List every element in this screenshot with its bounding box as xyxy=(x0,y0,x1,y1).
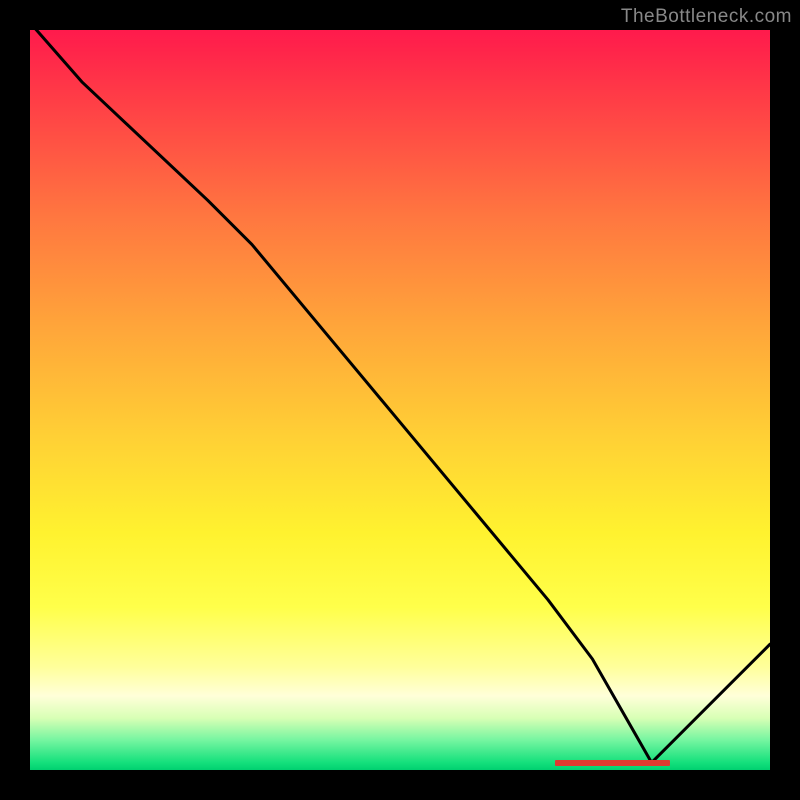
chart-plot-area xyxy=(30,30,770,770)
watermark-text: TheBottleneck.com xyxy=(621,6,792,28)
chart-frame: TheBottleneck.com xyxy=(0,0,800,800)
highlight-marker xyxy=(555,760,670,766)
